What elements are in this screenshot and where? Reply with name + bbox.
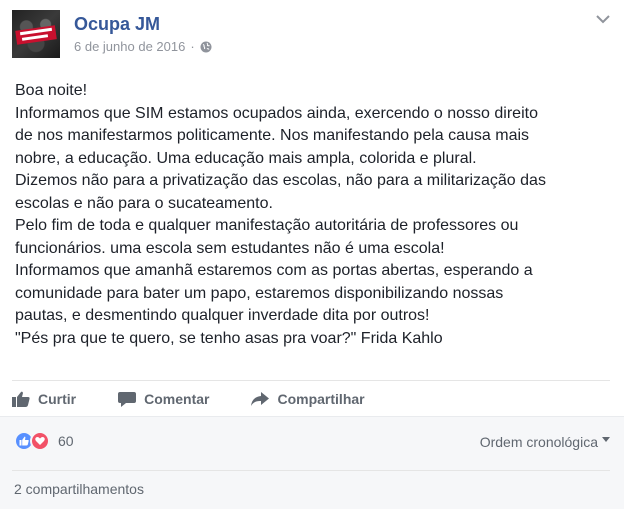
share-arrow-icon xyxy=(251,391,270,406)
post-line: de nos manifestarmos politicamente. Nos … xyxy=(15,127,530,144)
post-line: pautas, e desmentindo qualquer inverdade… xyxy=(15,307,430,324)
post-line: escolas e não para o sucateamento. xyxy=(15,194,273,212)
facebook-post: Ocupa JM 6 de junho de 2016 · Boa noite!… xyxy=(0,0,624,509)
meta-separator: · xyxy=(190,39,195,54)
post-meta: 6 de junho de 2016 · xyxy=(74,39,212,54)
page-avatar[interactable] xyxy=(12,10,60,58)
chevron-down-icon[interactable] xyxy=(594,12,612,26)
post-line: Informamos que SIM estamos ocupados aind… xyxy=(15,104,538,122)
love-reaction-icon xyxy=(30,431,50,451)
post-line: comunidade para bater um papo, estaremos… xyxy=(15,284,504,302)
page-name-link[interactable]: Ocupa JM xyxy=(74,14,160,35)
post-line: Pelo fim de toda e qualquer manifestação… xyxy=(15,217,519,234)
globe-icon[interactable] xyxy=(200,41,212,53)
comment-button[interactable]: Comentar xyxy=(118,391,209,408)
share-label: Compartilhar xyxy=(277,391,365,407)
post-body: Boa noite! Informamos que SIM estamos oc… xyxy=(15,80,615,350)
divider xyxy=(12,380,610,381)
like-button[interactable]: Curtir xyxy=(12,391,76,407)
reaction-count: 60 xyxy=(58,433,74,449)
post-line: Dizemos não para a privatização das esco… xyxy=(15,172,546,189)
post-date-link[interactable]: 6 de junho de 2016 xyxy=(74,39,185,54)
comment-label: Comentar xyxy=(144,391,210,407)
reactions-summary[interactable]: 60 xyxy=(14,431,74,451)
post-line: "Pés pra que te quero, se tenho asas pra… xyxy=(15,329,443,347)
comment-order-dropdown[interactable]: Ordem cronológica xyxy=(480,434,610,450)
post-line: funcionários. uma escola sem estudantes … xyxy=(15,239,445,257)
thumbs-up-icon xyxy=(12,391,30,407)
post-line: Informamos que amanhã estaremos com as p… xyxy=(15,262,533,279)
divider xyxy=(0,416,624,417)
caret-down-icon xyxy=(602,436,610,442)
divider xyxy=(12,470,610,471)
post-actions: Curtir Comentar Compartilhar xyxy=(12,384,407,414)
share-button[interactable]: Compartilhar xyxy=(251,391,365,407)
like-label: Curtir xyxy=(38,391,77,407)
comment-icon xyxy=(118,391,137,407)
post-line: nobre, a educação. Uma educação mais amp… xyxy=(15,149,477,167)
post-line: Boa noite! xyxy=(15,82,88,99)
comment-order-label: Ordem cronológica xyxy=(479,434,598,450)
shares-count-link[interactable]: 2 compartilhamentos xyxy=(14,481,144,497)
post-header: Ocupa JM 6 de junho de 2016 · xyxy=(12,10,612,58)
